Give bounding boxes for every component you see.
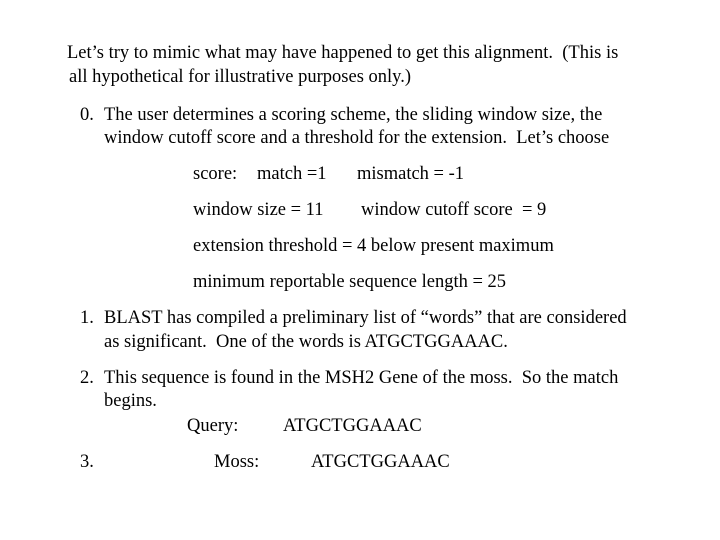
window-size: window size = 11 — [193, 200, 324, 220]
step-3-number: 3. — [80, 452, 94, 472]
step-1-number: 1. — [80, 308, 94, 328]
match-score: match =1 — [257, 164, 327, 184]
step-1-line-2: as significant. One of the words is ATGC… — [104, 332, 508, 352]
extension-threshold: extension threshold = 4 below present ma… — [193, 236, 554, 256]
window-cutoff-score: window cutoff score = 9 — [361, 200, 547, 220]
step-2-number: 2. — [80, 368, 94, 388]
step-0-number: 0. — [80, 105, 94, 125]
score-label: score: — [193, 164, 238, 184]
moss-label: Moss: — [214, 452, 260, 472]
query-sequence: ATGCTGGAAAC — [283, 416, 422, 436]
step-0-line-1: The user determines a scoring scheme, th… — [104, 105, 603, 125]
min-reportable-length: minimum reportable sequence length = 25 — [193, 272, 507, 292]
step-2-line-1: This sequence is found in the MSH2 Gene … — [104, 368, 619, 388]
step-0-line-2: window cutoff score and a threshold for … — [104, 128, 610, 148]
step-2-line-2: begins. — [104, 391, 157, 411]
moss-sequence: ATGCTGGAAAC — [311, 452, 450, 472]
step-1-line-1: BLAST has compiled a preliminary list of… — [104, 308, 627, 328]
query-label: Query: — [187, 416, 239, 436]
mismatch-score: mismatch = -1 — [357, 164, 465, 184]
intro-line-2: all hypothetical for illustrative purpos… — [69, 67, 411, 87]
intro-line-1: Let’s try to mimic what may have happene… — [67, 43, 619, 63]
